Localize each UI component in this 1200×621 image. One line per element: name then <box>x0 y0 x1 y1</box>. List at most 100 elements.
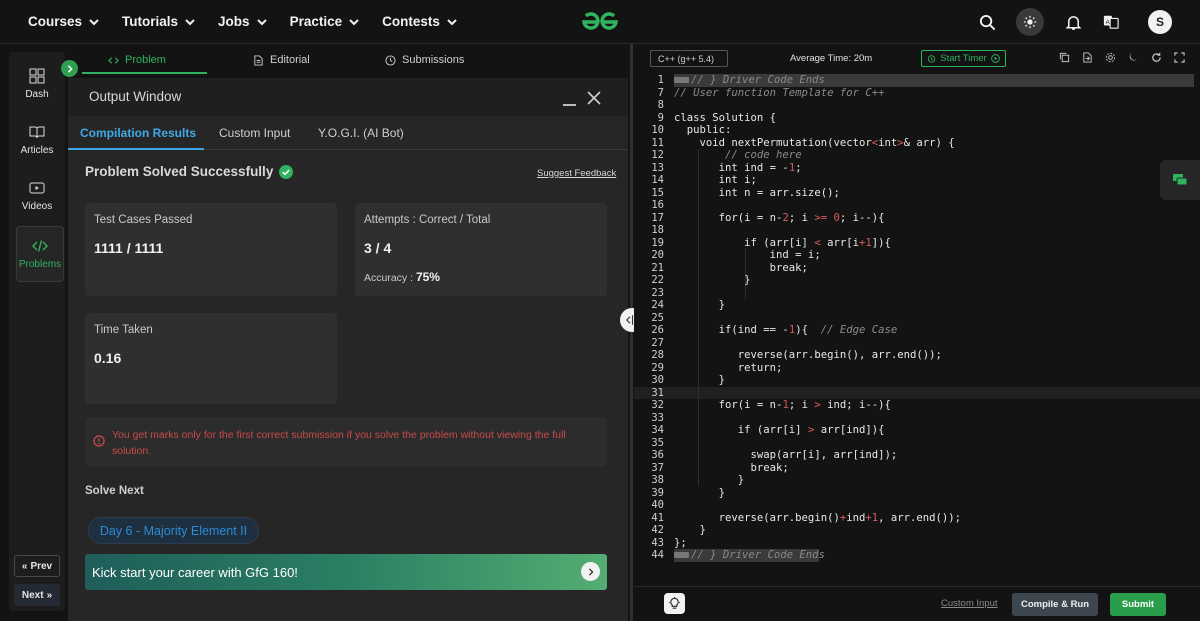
line-number: 7 <box>657 86 664 99</box>
tab-compilation-results[interactable]: Compilation Results <box>80 126 196 140</box>
chevron-right-icon[interactable] <box>581 562 600 581</box>
moon-icon[interactable] <box>1127 51 1139 63</box>
gfg160-banner[interactable]: Kick start your career with GfG 160! <box>85 554 607 590</box>
test-cases-value: 1111 / 1111 <box>94 240 164 256</box>
code-editor[interactable]: 1 7 8 9 10 11 12 13 14 15 16 17 18 19 20 21 22 23 24 25 26 27… <box>634 74 1200 585</box>
rail-item-label: Dash <box>25 89 49 100</box>
code-icon <box>32 240 48 252</box>
code-line: void nextPermutation(vector<int>& arr) { <box>674 136 955 149</box>
prev-button[interactable]: «Prev <box>14 555 60 577</box>
line-number: 29 <box>651 361 664 374</box>
rail-item-articles[interactable]: Articles <box>9 112 65 168</box>
close-icon[interactable] <box>587 91 601 105</box>
check-badge-icon <box>279 164 294 179</box>
nav-jobs[interactable]: Jobs <box>218 14 268 29</box>
play-icon <box>990 54 1000 63</box>
code-lines: // } Driver Code Ends // User function T… <box>674 74 1194 562</box>
submit-button[interactable]: Submit <box>1110 593 1166 616</box>
code-line: } <box>674 474 745 486</box>
rail-item-dash[interactable]: Dash <box>9 56 65 112</box>
theme-toggle-button[interactable] <box>1016 8 1044 36</box>
panel-tabs: Problem Editorial Submissions <box>68 46 628 74</box>
next-problem-chip[interactable]: Day 6 - Majority Element II <box>88 517 259 544</box>
tab-submissions[interactable]: Submissions <box>385 46 464 74</box>
nav-practice[interactable]: Practice <box>290 14 361 29</box>
fullscreen-icon[interactable] <box>1173 51 1185 63</box>
code-line: // User function Template for C++ <box>674 86 885 99</box>
nav-tutorials-label: Tutorials <box>122 14 179 29</box>
custom-input-link[interactable]: Custom Input <box>941 598 998 609</box>
language-select[interactable]: C++ (g++ 5.4) <box>650 50 728 67</box>
line-number: 16 <box>651 199 664 211</box>
code-line: class Solution { <box>674 111 777 124</box>
line-number: 17 <box>651 211 664 224</box>
document-icon <box>254 54 263 66</box>
line-number: 19 <box>651 236 664 249</box>
line-number: 33 <box>651 411 664 424</box>
code-line: // code here <box>725 149 802 161</box>
search-icon[interactable] <box>978 13 996 31</box>
chat-handle[interactable] <box>1160 160 1200 200</box>
code-line: for(i = n-1; i > ind; i--){ <box>674 399 891 411</box>
minimize-icon[interactable] <box>563 104 576 106</box>
accuracy: Accuracy : 75% <box>364 270 440 284</box>
line-number: 40 <box>651 499 664 511</box>
solve-next-heading: Solve Next <box>85 485 144 497</box>
tab-problem[interactable]: Problem <box>108 46 166 74</box>
rail-item-label: Videos <box>21 201 53 212</box>
code-line: ind = i; <box>674 249 821 261</box>
nav-jobs-label: Jobs <box>218 14 250 29</box>
accuracy-value: 75% <box>415 270 440 284</box>
import-file-icon[interactable] <box>1081 51 1093 63</box>
copy-icon[interactable] <box>1058 51 1070 63</box>
compile-run-button[interactable]: Compile & Run <box>1012 593 1098 616</box>
line-number: 27 <box>651 336 664 349</box>
panel-expand-button[interactable] <box>61 60 78 77</box>
gfg-logo[interactable] <box>575 9 625 35</box>
tab-custom-input[interactable]: Custom Input <box>219 126 290 140</box>
rail-item-label: Articles <box>20 145 54 156</box>
start-timer-button[interactable]: Start Timer <box>921 50 1006 67</box>
tab-yogi-ai-bot[interactable]: Y.O.G.I. (AI Bot) <box>318 126 404 140</box>
tab-editorial[interactable]: Editorial <box>253 46 310 74</box>
line-number: 37 <box>651 461 664 474</box>
output-window-title: Output Window <box>89 89 182 104</box>
editor-toolbar: C++ (g++ 5.4) Average Time: 20m Start Ti… <box>634 44 1200 72</box>
line-number: 20 <box>651 249 664 261</box>
chat-icon <box>1173 174 1188 186</box>
code-line: } <box>674 299 726 311</box>
output-window: Output Window Compilation Results Custom… <box>68 78 628 621</box>
nav-tutorials[interactable]: Tutorials <box>122 14 196 29</box>
reset-icon[interactable] <box>1150 51 1162 63</box>
line-number: 30 <box>651 374 664 386</box>
next-label: Next <box>21 589 44 601</box>
attempts-label: Attempts : Correct / Total <box>364 214 491 226</box>
code-line: break; <box>674 261 808 274</box>
sun-icon <box>1023 15 1037 29</box>
video-icon <box>29 182 45 194</box>
translate-icon[interactable]: A <box>1102 13 1120 31</box>
line-number: 18 <box>651 224 664 236</box>
bell-icon[interactable] <box>1064 13 1082 31</box>
line-number: 12 <box>651 149 664 161</box>
next-button[interactable]: Next» <box>14 584 60 606</box>
split-divider[interactable] <box>630 44 633 621</box>
lightbulb-icon[interactable] <box>664 593 685 614</box>
line-number: 34 <box>651 424 664 436</box>
prev-label: Prev <box>30 560 53 572</box>
avatar[interactable]: S <box>1148 10 1172 34</box>
suggest-feedback-link[interactable]: Suggest Feedback <box>537 168 616 179</box>
nav-contests-label: Contests <box>382 14 440 29</box>
rail-item-videos[interactable]: Videos <box>9 168 65 224</box>
settings-icon[interactable] <box>1104 51 1116 63</box>
code-line: swap(arr[i], arr[ind]); <box>674 449 898 461</box>
double-chevron-right-icon: » <box>46 589 53 601</box>
rail-item-problems[interactable]: Problems <box>16 226 64 282</box>
tab-label: Editorial <box>270 54 310 66</box>
code-line: int n = arr.size(); <box>674 186 840 199</box>
nav-courses[interactable]: Courses <box>28 14 100 29</box>
nav-contests[interactable]: Contests <box>382 14 458 29</box>
